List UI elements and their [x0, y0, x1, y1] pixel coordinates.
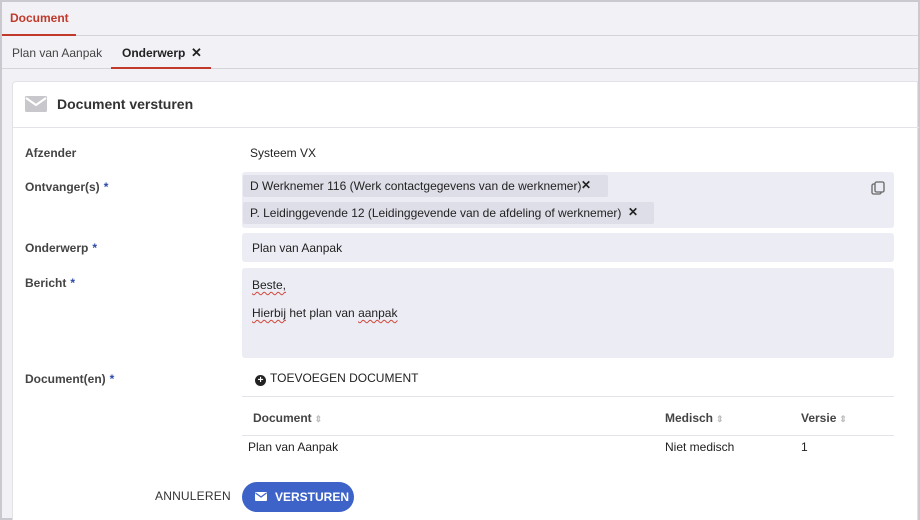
message-textarea[interactable]: Beste, Hierbij het plan van aanpak — [242, 268, 894, 358]
remove-recipient-icon[interactable]: ✕ — [581, 178, 591, 192]
required-marker: * — [92, 241, 98, 255]
column-header-label: Medisch — [665, 411, 714, 425]
message-label-text: Bericht — [25, 276, 67, 290]
message-line-2: Hierbij het plan van aanpak — [252, 306, 397, 320]
plus-circle-icon: + — [255, 375, 266, 386]
column-header-document[interactable]: Document ⇕ — [253, 411, 322, 425]
sender-value: Systeem VX — [250, 146, 317, 160]
recipient-chip-label: P. Leidinggevende 12 (Leidinggevende van… — [250, 206, 622, 220]
recipient-chip: D Werknemer 116 (Werk contactgegevens va… — [243, 175, 608, 197]
sender-label: Afzender — [25, 146, 76, 160]
card-title: Document versturen — [57, 96, 194, 112]
remove-recipient-icon[interactable]: ✕ — [628, 205, 638, 219]
add-document-label: TOEVOEGEN DOCUMENT — [270, 371, 419, 385]
subject-input[interactable]: Plan van Aanpak — [242, 233, 894, 262]
message-word: aanpak — [358, 306, 398, 320]
sort-icon: ⇕ — [839, 414, 847, 424]
cell-document[interactable]: Plan van Aanpak — [248, 440, 338, 454]
send-button-label: VERSTUREN — [275, 490, 350, 504]
envelope-icon — [25, 96, 47, 112]
tab-document[interactable]: Document — [2, 2, 76, 36]
message-word: Hierbij — [252, 306, 287, 320]
recipients-field[interactable]: D Werknemer 116 (Werk contactgegevens va… — [242, 172, 894, 228]
window-frame: Document Plan van Aanpak Onderwerp ✕ Doc… — [0, 0, 920, 520]
documents-table: Document ⇕ Medisch ⇕ Versie ⇕ Plan van Aanp… — [242, 396, 894, 454]
close-tab-icon[interactable]: ✕ — [191, 45, 202, 61]
subject-label-text: Onderwerp — [25, 241, 89, 255]
add-document-button[interactable]: + TOEVOEGEN DOCUMENT — [255, 371, 418, 386]
table-divider — [242, 435, 894, 436]
column-header-label: Document — [253, 411, 312, 425]
subject-value: Plan van Aanpak — [252, 241, 343, 255]
column-header-versie[interactable]: Versie ⇕ — [801, 411, 847, 425]
send-button[interactable]: VERSTUREN — [242, 482, 354, 512]
column-header-label: Versie — [801, 411, 837, 425]
tab-onderwerp[interactable]: Onderwerp ✕ — [111, 37, 211, 69]
recipients-label: Ontvanger(s) * — [25, 180, 108, 194]
required-marker: * — [109, 372, 115, 386]
tab-plan-van-aanpak[interactable]: Plan van Aanpak — [12, 37, 108, 69]
cancel-button[interactable]: ANNULEREN — [155, 489, 231, 503]
sender-label-text: Afzender — [25, 146, 77, 160]
cell-medisch: Niet medisch — [665, 440, 735, 454]
recipient-chip-label: D Werknemer 116 (Werk contactgegevens va… — [250, 179, 582, 193]
cell-versie: 1 — [801, 440, 808, 454]
required-marker: * — [103, 180, 109, 194]
documents-label-text: Document(en) — [25, 372, 106, 386]
sub-tab-bar: Plan van Aanpak Onderwerp ✕ — [2, 37, 918, 69]
message-label: Bericht * — [25, 276, 75, 290]
message-text: het plan van — [286, 306, 359, 320]
sort-icon: ⇕ — [314, 414, 323, 424]
required-marker: * — [70, 276, 76, 290]
message-line-1: Beste, — [252, 278, 286, 292]
sort-icon: ⇕ — [716, 414, 724, 424]
documents-label: Document(en) * — [25, 372, 114, 386]
message-greeting: Beste, — [252, 278, 287, 292]
recipients-label-text: Ontvanger(s) — [25, 180, 100, 194]
send-document-card: Document versturen Afzender Systeem VX O… — [12, 81, 919, 520]
tab-onderwerp-label: Onderwerp — [122, 46, 186, 60]
copy-icon[interactable] — [871, 181, 885, 195]
card-header: Document versturen — [13, 82, 919, 128]
recipient-chip: P. Leidinggevende 12 (Leidinggevende van… — [243, 202, 654, 224]
subject-label: Onderwerp * — [25, 241, 97, 255]
top-tab-bar: Document — [2, 2, 918, 36]
column-header-medisch[interactable]: Medisch ⇕ — [665, 411, 724, 425]
envelope-icon — [255, 492, 267, 501]
